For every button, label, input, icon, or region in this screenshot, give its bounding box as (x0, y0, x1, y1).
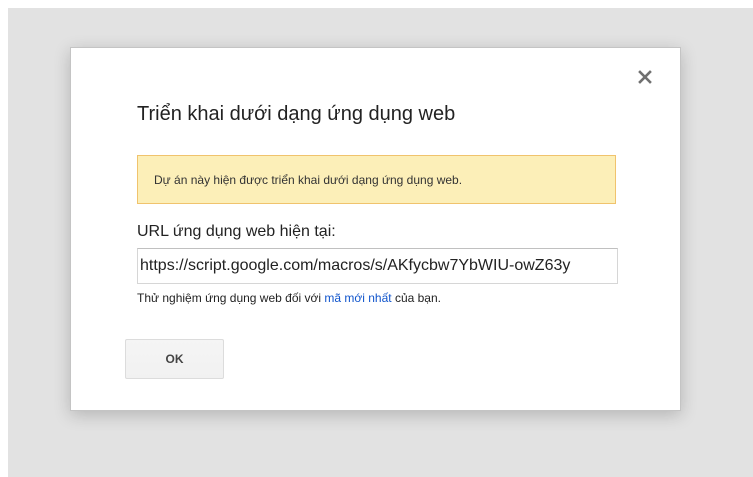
dialog-title: Triển khai dưới dạng ứng dụng web (137, 103, 456, 125)
ok-button[interactable]: OK (125, 339, 224, 379)
deployment-notice-text: Dự án này hiện được triển khai dưới dạng… (154, 172, 463, 187)
test-latest-code-line: Thử nghiệm ứng dụng web đối với mã mới n… (137, 291, 441, 305)
test-suffix-text: của bạn. (391, 291, 441, 305)
deploy-web-app-dialog: Triển khai dưới dạng ứng dụng web Dự án … (70, 47, 681, 411)
latest-code-link[interactable]: mã mới nhất (324, 291, 391, 305)
web-app-url-field[interactable] (137, 248, 618, 284)
close-button[interactable] (634, 66, 656, 88)
deployment-notice: Dự án này hiện được triển khai dưới dạng… (137, 155, 616, 204)
url-label: URL ứng dụng web hiện tại: (137, 223, 336, 240)
close-icon (638, 70, 652, 84)
test-prefix-text: Thử nghiệm ứng dụng web đối với (137, 291, 325, 305)
